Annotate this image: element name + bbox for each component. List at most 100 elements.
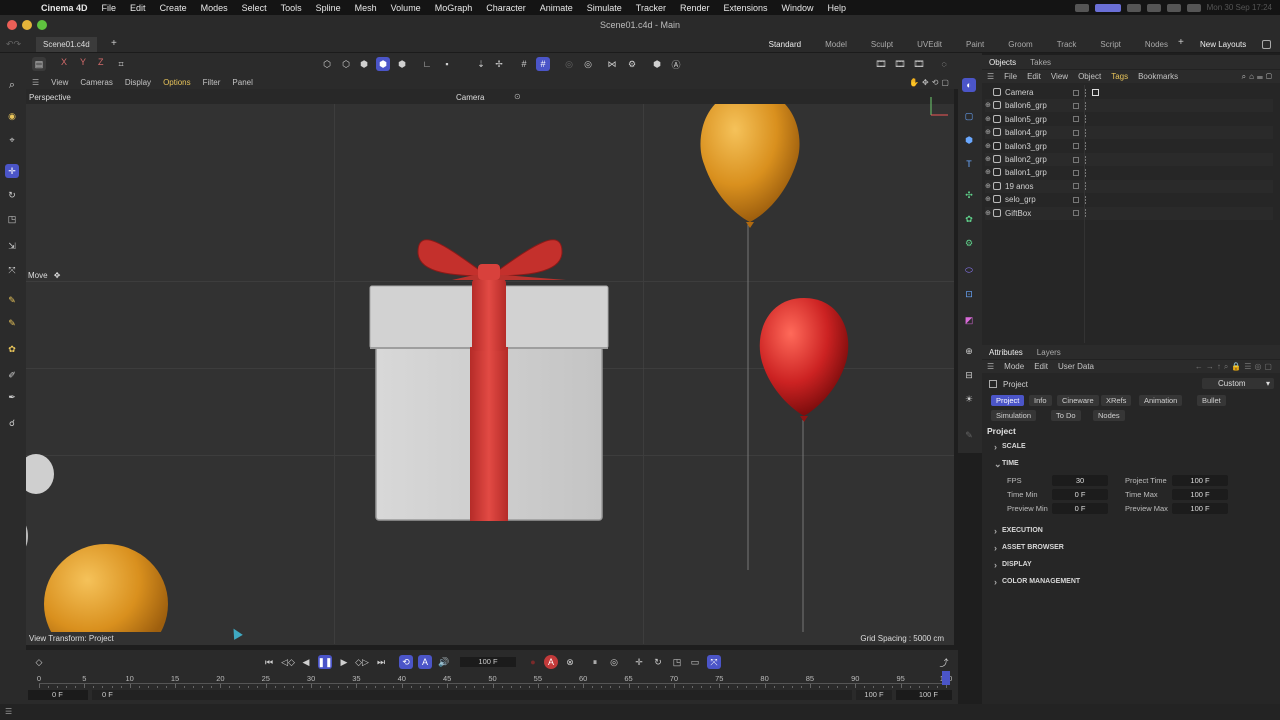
visibility-toggle-icon[interactable] <box>1073 210 1079 217</box>
visibility-toggle-icon[interactable] <box>1073 196 1079 203</box>
object-row[interactable]: ⊕ 19 anos <box>985 179 1273 193</box>
fps-field[interactable]: 30 <box>1052 475 1108 486</box>
current-frame-field[interactable]: 100 F <box>460 657 516 667</box>
preview-start-field[interactable]: 0 F <box>92 690 852 700</box>
object-row[interactable]: ⊕ ballon4_grp <box>985 126 1273 140</box>
menu-render[interactable]: Render <box>673 3 717 13</box>
menu-mesh[interactable]: Mesh <box>348 3 384 13</box>
coordinate-system-icon[interactable]: ⌗ <box>114 57 128 71</box>
layout-options-icon[interactable] <box>1262 40 1271 49</box>
move-tool-icon[interactable]: ✛ <box>5 164 19 178</box>
expand-icon[interactable]: ⊕ <box>985 209 991 217</box>
document-tab[interactable]: Scene01.c4d <box>36 37 97 52</box>
menu-volume[interactable]: Volume <box>384 3 428 13</box>
spline-draw-icon[interactable]: ✎ <box>5 316 19 330</box>
key-move-icon[interactable]: ✛ <box>632 655 646 669</box>
objects-menu-bookmarks[interactable]: Bookmarks <box>1133 72 1183 81</box>
menu-edit[interactable]: Edit <box>123 3 153 13</box>
key-scale-icon[interactable]: ◳ <box>670 655 684 669</box>
object-row[interactable]: ⊕ ballon5_grp <box>985 113 1273 126</box>
attribute-group-info[interactable]: Info <box>1029 395 1052 406</box>
spline-pen-icon[interactable]: ✎ <box>5 293 19 307</box>
menu-window[interactable]: Window <box>775 3 821 13</box>
balloon-red[interactable] <box>759 298 849 632</box>
primitives-icon[interactable]: ✿ <box>5 342 19 356</box>
object-row[interactable]: ⊕ GiftBox <box>985 206 1273 220</box>
menu-tracker[interactable]: Tracker <box>629 3 673 13</box>
layout-tab-groom[interactable]: Groom <box>996 40 1044 49</box>
object-row[interactable]: ⊕ ballon3_grp <box>985 140 1273 153</box>
menu-character[interactable]: Character <box>479 3 533 13</box>
attributes-nav-icons[interactable]: ←→↑⌕🔒☰◎▢ <box>1190 362 1280 372</box>
minimize-window-button[interactable] <box>22 20 32 30</box>
object-row[interactable]: ⊕ ballon6_grp <box>985 99 1273 113</box>
expand-icon[interactable]: ⊕ <box>985 155 991 163</box>
keyframe-selection-icon[interactable]: ⊗ <box>563 655 577 669</box>
objects-menu-object[interactable]: Object <box>1073 72 1106 81</box>
rotate-tool-icon[interactable]: ↻ <box>5 188 19 202</box>
close-window-button[interactable] <box>7 20 17 30</box>
loop-icon[interactable]: ⟲ <box>399 655 413 669</box>
object-row[interactable]: Camera <box>985 86 1273 99</box>
render-picture-viewer-icon[interactable]: 🎞 <box>893 57 907 71</box>
key-rotation-icon[interactable]: ◎ <box>607 655 621 669</box>
attribute-group-simulation[interactable]: Simulation <box>991 410 1037 421</box>
timeline-window-icon[interactable]: ⤴ <box>937 655 951 669</box>
camera-name[interactable]: Camera <box>456 93 484 102</box>
clock[interactable]: Mon 30 Sep 17:24 <box>1207 3 1272 12</box>
expand-icon[interactable]: ⊕ <box>985 168 991 176</box>
symmetry-icon[interactable]: ⋈ <box>605 57 619 71</box>
scene-nodes-icon[interactable]: ⊕ <box>962 344 976 358</box>
magnet-tool-icon[interactable]: ☌ <box>5 416 19 430</box>
attribute-group-xrefs[interactable]: XRefs <box>1101 395 1132 406</box>
attributes-menu-icon[interactable]: ☰ <box>982 362 999 371</box>
record-disabled-icon[interactable]: ● <box>526 655 540 669</box>
add-tab-icon[interactable]: + <box>111 38 117 49</box>
gift-box[interactable] <box>369 239 609 521</box>
menu-select[interactable]: Select <box>235 3 274 13</box>
snap-icon[interactable]: # <box>517 57 531 71</box>
workplane-icon[interactable]: ◎ <box>562 57 576 71</box>
modeling-settings-icon[interactable]: ⚙ <box>625 57 639 71</box>
play-forward-icon[interactable]: ▶ <box>337 655 351 669</box>
status-menu-icon[interactable]: ☰ <box>5 707 12 716</box>
previous-key-icon[interactable]: ◁◇ <box>281 655 295 669</box>
previous-frame-icon[interactable]: ◀ <box>299 655 313 669</box>
selection-tool-icon[interactable]: ◉ <box>5 109 19 123</box>
objects-menu-file[interactable]: File <box>999 72 1022 81</box>
go-to-start-icon[interactable]: ⏮ <box>262 655 276 669</box>
render-region-icon[interactable]: ⬢ <box>650 57 664 71</box>
object-row[interactable]: ⊕ selo_grp <box>985 193 1273 206</box>
layout-tab-track[interactable]: Track <box>1045 40 1089 49</box>
visibility-toggle-icon[interactable] <box>1073 143 1079 150</box>
camera-object-icon[interactable]: ⊡ <box>962 287 976 301</box>
target-tag-icon[interactable] <box>1092 89 1099 96</box>
zoom-window-button[interactable] <box>37 20 47 30</box>
time-max-field[interactable]: 100 F <box>1172 489 1228 500</box>
tab-attributes[interactable]: Attributes <box>982 348 1030 357</box>
layout-tab-nodes[interactable]: Nodes <box>1133 40 1180 49</box>
visibility-toggle-icon[interactable] <box>1073 169 1079 176</box>
subdivision-icon[interactable]: ⬢ <box>962 133 976 147</box>
placement-tool-icon[interactable]: ⇲ <box>5 239 19 253</box>
knife-tool-icon[interactable]: ✒ <box>5 390 19 404</box>
back-arrow-icon[interactable]: ↶↷ <box>6 39 21 50</box>
menu-mograph[interactable]: MoGraph <box>428 3 480 13</box>
snap-enable-icon[interactable]: # <box>536 57 550 71</box>
layout-tab-standard[interactable]: Standard <box>757 40 813 49</box>
menu-tools[interactable]: Tools <box>274 3 309 13</box>
search-icon[interactable] <box>1166 3 1181 12</box>
brush-tool-icon[interactable]: ✐ <box>5 368 19 382</box>
visibility-toggle-icon[interactable] <box>1073 183 1079 190</box>
menu-help[interactable]: Help <box>821 3 854 13</box>
axis-mode-icon[interactable]: ∟ <box>420 57 434 71</box>
control-center-icon[interactable] <box>1186 3 1201 12</box>
attribute-group-project[interactable]: Project <box>991 395 1025 406</box>
max-frame-field[interactable]: 100 F <box>896 690 952 700</box>
expand-icon[interactable]: ⊕ <box>985 128 991 136</box>
playhead[interactable] <box>942 671 950 685</box>
uv-mode-icon[interactable]: ⬢ <box>395 57 409 71</box>
section-display[interactable]: DISPLAY <box>994 560 1032 570</box>
animate-icon[interactable]: Ⓐ <box>669 57 683 71</box>
gray-sphere[interactable] <box>26 454 54 550</box>
